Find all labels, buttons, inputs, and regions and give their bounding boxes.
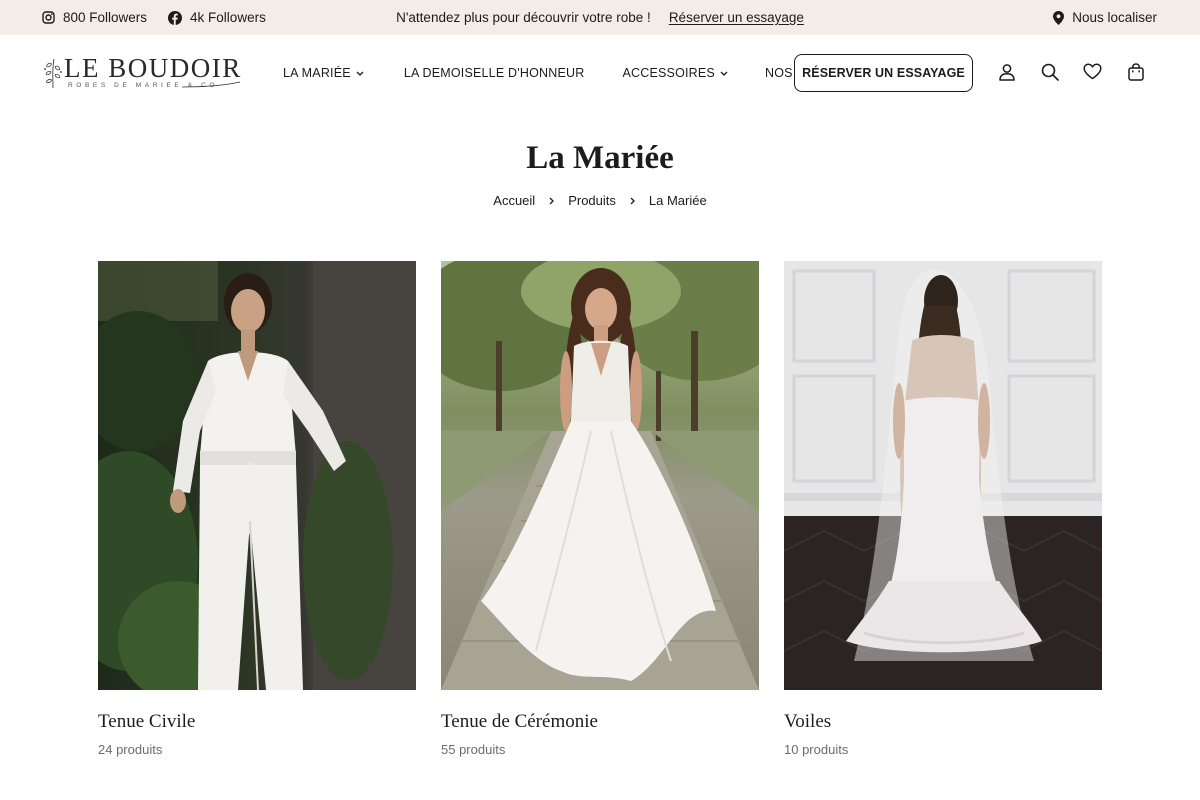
category-name[interactable]: Tenue Civile: [98, 711, 416, 733]
category-name[interactable]: Tenue de Cérémonie: [441, 711, 759, 733]
location-pin-icon: [1053, 10, 1065, 25]
breadcrumb-products[interactable]: Produits: [568, 193, 616, 208]
bride-with-veil-back-view-photo: [784, 261, 1102, 690]
category-card-voiles[interactable]: Voiles 10 produits: [784, 261, 1102, 757]
breadcrumb: Accueil Produits La Mariée: [0, 193, 1200, 208]
sprig-ornament-icon: [44, 58, 62, 89]
account-button[interactable]: [996, 61, 1017, 82]
chevron-right-icon: [630, 197, 635, 204]
announcement-bar: 800 Followers 4k Followers N'attendez pl…: [0, 0, 1200, 35]
store-locator-label: Nous localiser: [1072, 10, 1157, 25]
heart-icon: [1083, 63, 1102, 80]
nav-item-la-mariee[interactable]: LA MARIÉE: [283, 66, 364, 80]
nav-item-label: LA MARIÉE: [283, 66, 351, 80]
search-icon: [1041, 63, 1059, 81]
cart-button[interactable]: [1125, 61, 1146, 82]
woman-in-white-jumpsuit-photo: [98, 261, 416, 690]
nav-item-label: LA DEMOISELLE D'HONNEUR: [403, 66, 585, 80]
category-product-count: 55 produits: [441, 742, 506, 757]
category-product-count: 10 produits: [784, 742, 849, 757]
promo-booking-link[interactable]: Réserver un essayage: [669, 10, 804, 25]
logo-wordmark: LE BOUDOIR: [64, 53, 242, 83]
category-card-tenue-civile[interactable]: Tenue Civile 24 produits: [98, 261, 416, 757]
breadcrumb-current: La Mariée: [648, 193, 707, 208]
category-name[interactable]: Voiles: [784, 711, 1102, 733]
woman-in-white-lace-gown-photo: [441, 261, 759, 690]
site-header: LE BOUDOIR ROBES DE MARIEE & CO LA MARIÉ…: [0, 35, 1200, 111]
breadcrumb-home[interactable]: Accueil: [493, 193, 535, 208]
book-fitting-button[interactable]: RÉSERVER UN ESSAYAGE: [794, 54, 973, 92]
chevron-down-icon: [356, 71, 364, 76]
page-title: La Mariée: [526, 140, 674, 176]
header-actions: [996, 61, 1168, 82]
logo[interactable]: LE BOUDOIR ROBES DE MARIEE & CO: [42, 53, 242, 93]
search-button[interactable]: [1039, 61, 1060, 82]
category-image[interactable]: [98, 261, 416, 690]
wishlist-button[interactable]: [1082, 61, 1103, 82]
category-product-count: 24 produits: [98, 742, 163, 757]
store-locator-link[interactable]: Nous localiser: [1053, 0, 1157, 35]
nav-item-accessoires[interactable]: ACCESSOIRES: [622, 66, 728, 80]
nav-item-demoiselle-honneur[interactable]: LA DEMOISELLE D'HONNEUR: [404, 66, 585, 80]
category-card-tenue-de-ceremonie[interactable]: Tenue de Cérémonie 55 produits: [441, 261, 759, 757]
category-image[interactable]: [784, 261, 1102, 690]
chevron-down-icon: [720, 71, 728, 76]
nav-item-label: ACCESSOIRES: [622, 66, 715, 80]
chevron-right-icon: [549, 197, 555, 204]
account-icon: [998, 63, 1015, 81]
logo-swash-ornament: [182, 81, 241, 88]
promo-text: N'attendez plus pour découvrir votre rob…: [396, 10, 651, 25]
category-image[interactable]: [441, 261, 759, 690]
main-nav: LA MARIÉE LA DEMOISELLE D'HONNEUR ACCESS…: [283, 35, 854, 111]
bag-icon: [1127, 62, 1144, 81]
